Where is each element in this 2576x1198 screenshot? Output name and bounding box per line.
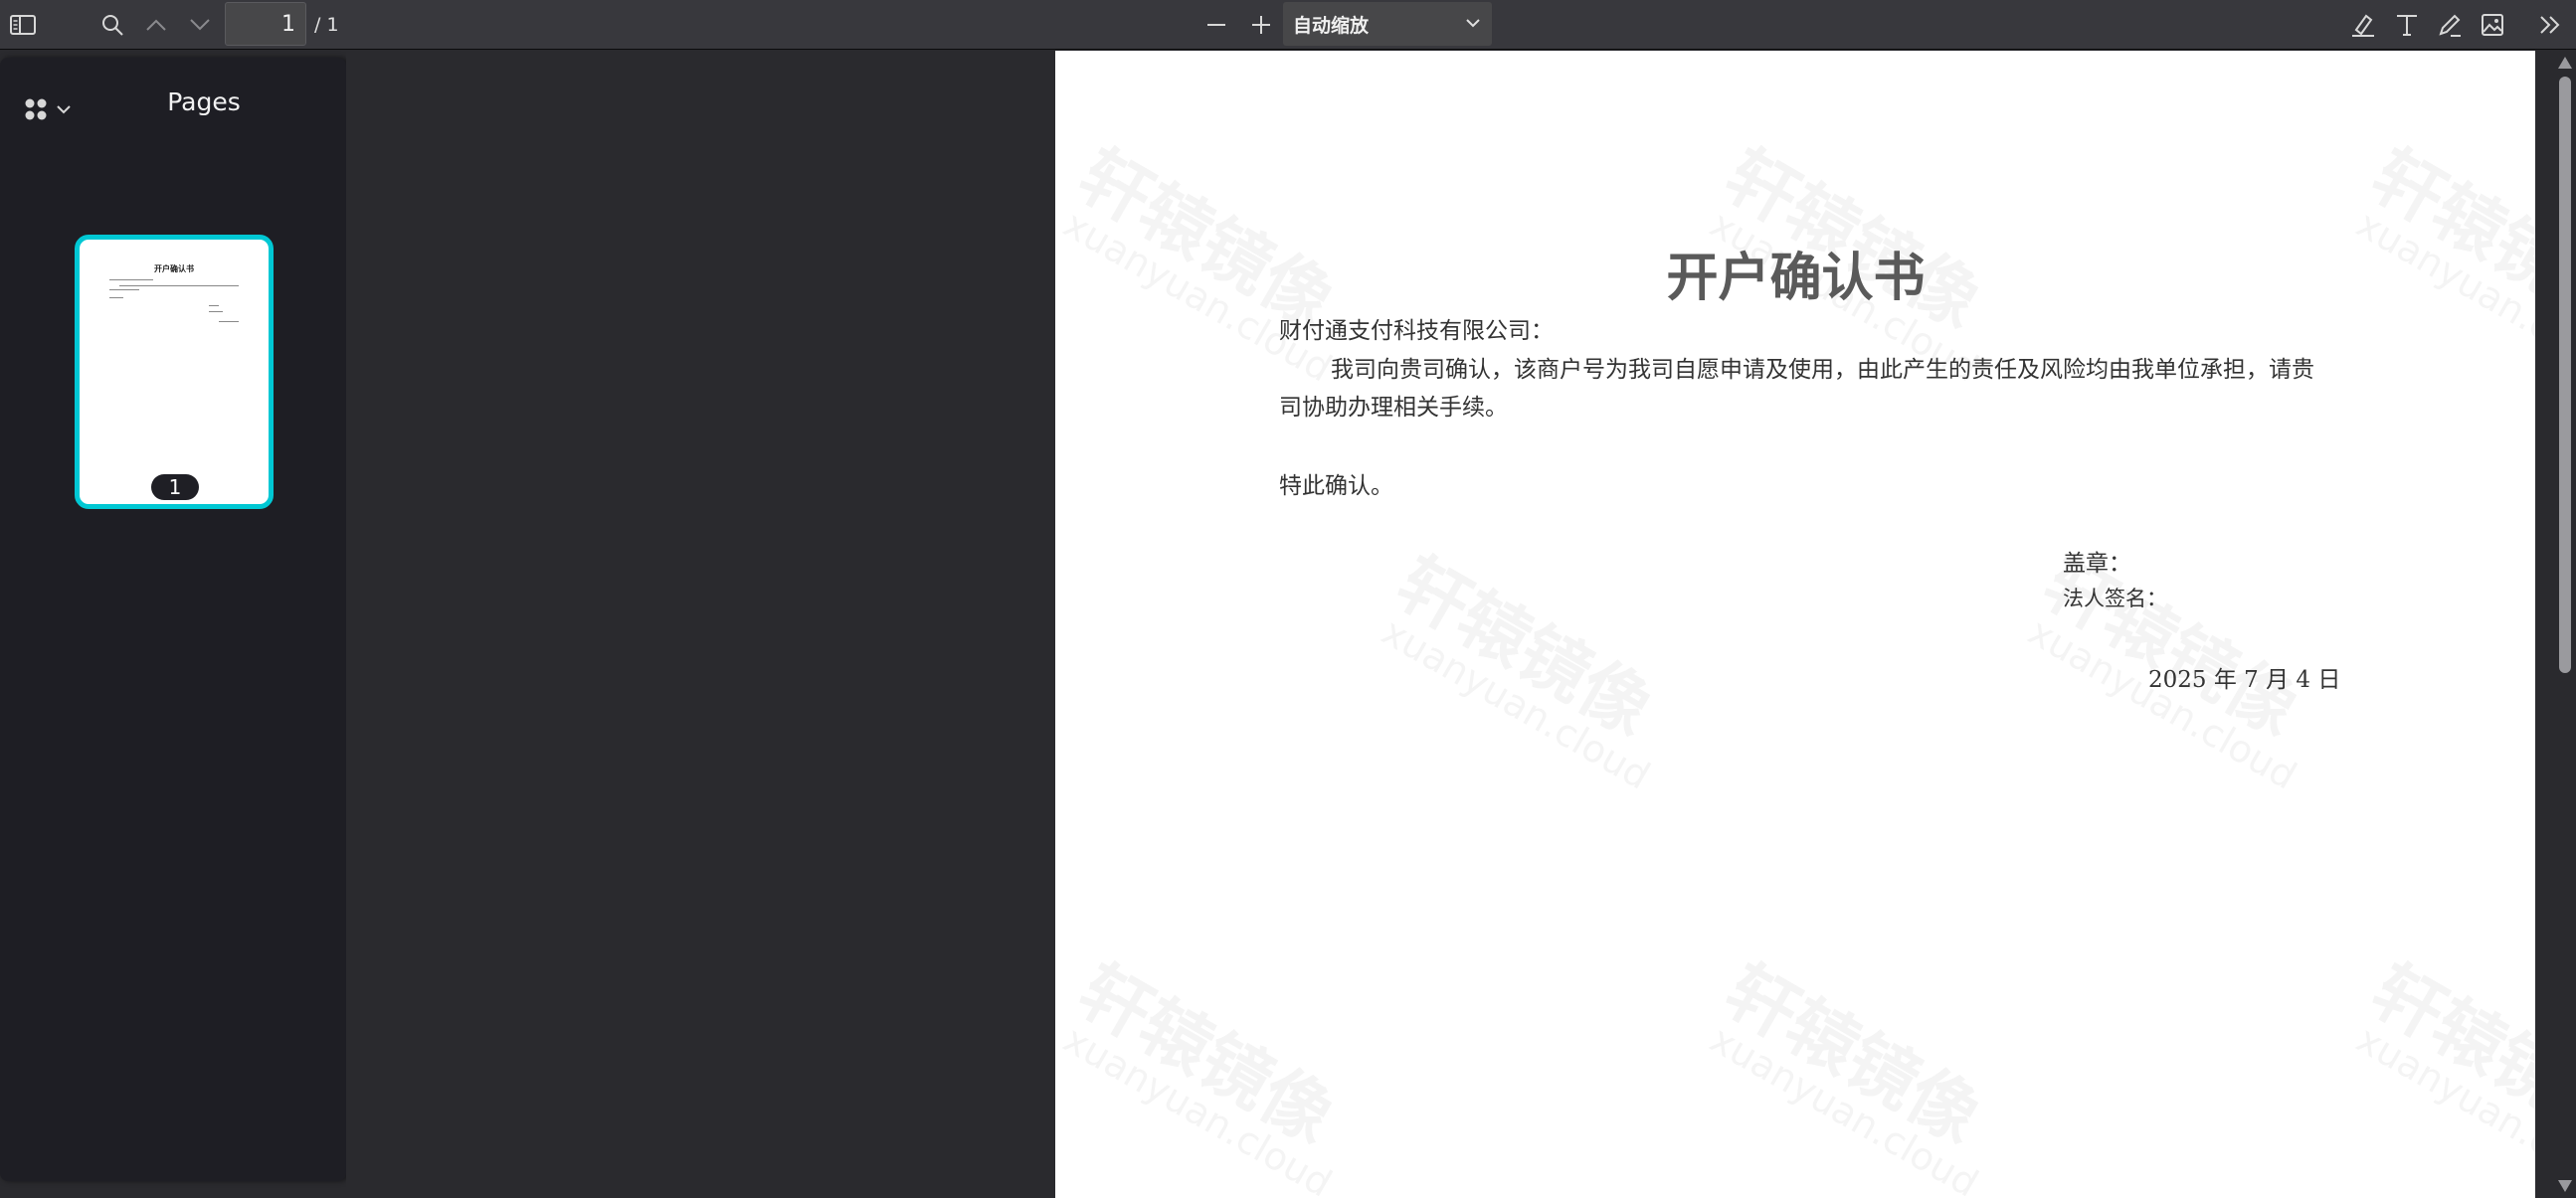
document-date: 2025 年 7 月 4 日 [2148, 667, 2341, 693]
previous-page-button[interactable] [141, 0, 171, 50]
chevron-down-icon [190, 19, 210, 31]
sidebar-toggle-button[interactable] [6, 0, 40, 50]
page-thumbnail[interactable]: 开户确认书 1 [75, 235, 274, 509]
chevron-up-icon [146, 19, 166, 31]
thumbnail-sidebar: Pages 开户确认书 1 [0, 58, 346, 1181]
vertical-scrollbar[interactable] [2554, 51, 2576, 1198]
add-image-button[interactable] [2477, 0, 2508, 50]
scrollbar-thumb[interactable] [2559, 77, 2571, 673]
next-page-button[interactable] [185, 0, 215, 50]
search-icon [102, 15, 123, 36]
draw-button[interactable] [2434, 0, 2466, 50]
document-page: 轩辕镜像 xuanyuan.cloud 轩辕镜像 xuanyuan.cloud 轩辕… [1055, 51, 2535, 1198]
zoom-select[interactable]: 自动缩放 [1283, 2, 1492, 46]
page-count: / 1 [314, 14, 339, 36]
thumbnail-line [219, 321, 239, 322]
thumbnail-line [209, 305, 219, 306]
double-chevron-right-icon [2540, 16, 2560, 34]
thumbnail-line [109, 289, 139, 290]
watermark: 轩辕镜像 xuanyuan.cloud [1703, 948, 1994, 1198]
thumbnail-page-badge: 1 [151, 474, 199, 500]
thumbnail-line [209, 311, 223, 312]
image-icon [2482, 14, 2503, 36]
sidebar-title: Pages [167, 87, 241, 116]
confirmation-text: 特此确认。 [1279, 473, 1393, 499]
body-line-1: 我司向贵司确认，该商户号为我司自愿申请及使用，由此产生的责任及风险均由我单位承担… [1331, 357, 2314, 383]
signature-label: 法人签名： [2063, 587, 2167, 610]
thumbnail-line [109, 279, 153, 280]
add-text-button[interactable] [2391, 0, 2423, 50]
watermark: 轩辕镜像 xuanyuan.cloud [2349, 948, 2535, 1198]
watermark: 轩辕镜像 xuanyuan.cloud [1056, 948, 1348, 1198]
more-tools-button[interactable] [2534, 0, 2566, 50]
zoom-select-value: 自动缩放 [1293, 14, 1370, 37]
document-title: 开户确认书 [1666, 249, 1926, 308]
body-line-2: 司协助办理相关手续。 [1279, 395, 1508, 421]
zoom-in-button[interactable] [1246, 0, 1276, 50]
highlight-button[interactable] [2347, 0, 2379, 50]
addressee: 财付通支付科技有限公司： [1279, 318, 1554, 344]
scroll-up-arrow-icon[interactable] [2558, 57, 2572, 69]
chevron-down-icon [1466, 19, 1480, 28]
plus-icon [1252, 16, 1270, 34]
scroll-down-arrow-icon[interactable] [2558, 1180, 2572, 1192]
sidebar-toggle-icon [10, 15, 36, 35]
minus-icon [1207, 24, 1225, 26]
document-viewer: 轩辕镜像 xuanyuan.cloud 轩辕镜像 xuanyuan.cloud 轩辕… [346, 51, 2554, 1198]
seal-label: 盖章： [2063, 551, 2131, 577]
page-number-value: 1 [281, 11, 295, 37]
page-number-input[interactable]: 1 [225, 2, 306, 46]
highlight-icon [2352, 14, 2374, 37]
watermark: 轩辕镜像 xuanyuan.cloud [1375, 541, 1666, 798]
zoom-out-button[interactable] [1201, 0, 1231, 50]
toolbar: 1 / 1 自动缩放 [0, 0, 2576, 50]
thumbnail-title: 开户确认书 [154, 264, 194, 273]
thumbnail-line [119, 285, 239, 286]
draw-icon [2439, 14, 2461, 37]
text-icon [2397, 15, 2417, 36]
thumbnail-line [109, 297, 123, 298]
search-button[interactable] [97, 0, 127, 50]
